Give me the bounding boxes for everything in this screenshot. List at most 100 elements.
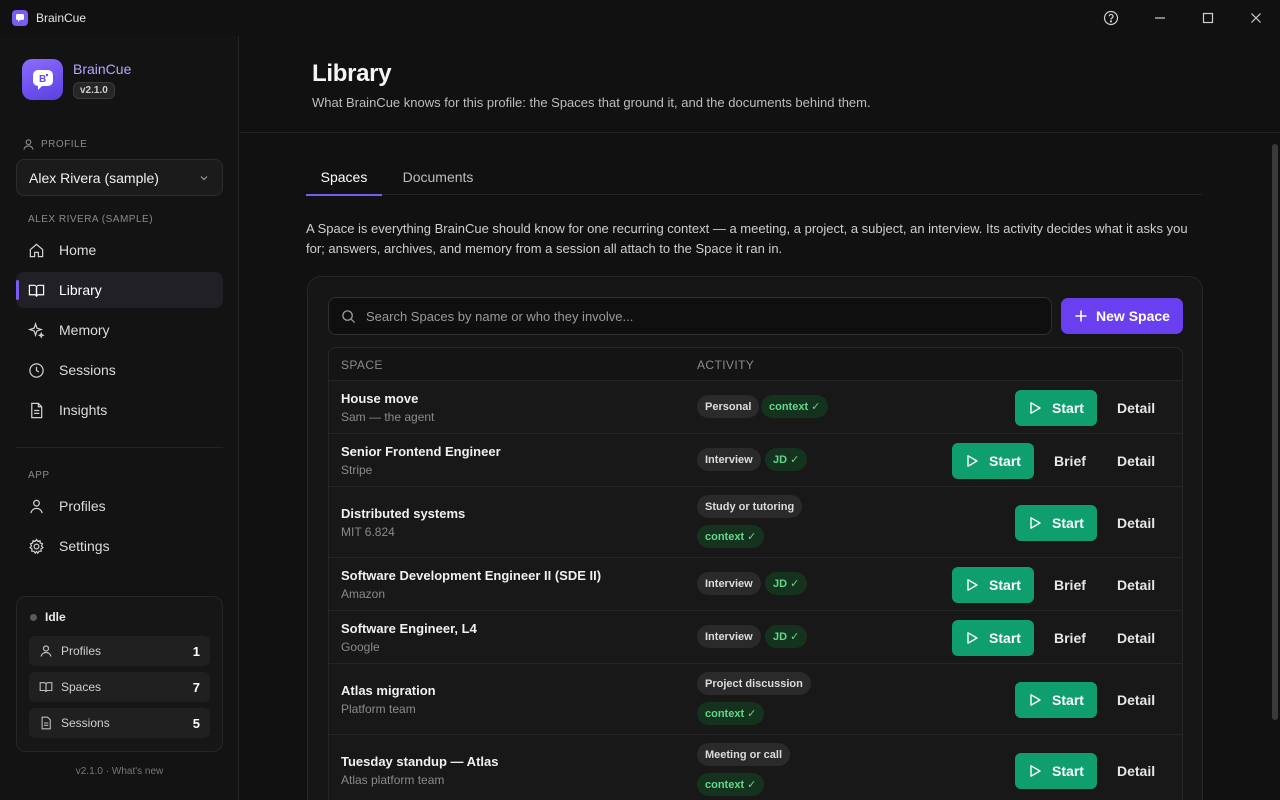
table-row: Senior Frontend Engineer Stripe Interview J… <box>329 434 1182 487</box>
clock-icon <box>29 362 44 378</box>
space-name: Software Development Engineer II (SDE II… <box>341 568 602 583</box>
table-row: Software Engineer, L4 Google Interview JD ✓… <box>329 611 1182 664</box>
maximize-icon[interactable] <box>1198 8 1218 28</box>
activity-badge: Personal <box>697 395 760 418</box>
context-status-badge: JD ✓ <box>765 572 808 595</box>
detail-button[interactable]: Detail <box>1117 567 1155 603</box>
brief-button[interactable]: Brief <box>1054 443 1086 479</box>
brief-button[interactable]: Brief <box>1054 567 1086 603</box>
version-badge: v2.1.0 <box>73 82 115 99</box>
stat-spaces[interactable]: Spaces 7 <box>29 672 210 702</box>
start-button[interactable]: Start <box>1015 752 1097 789</box>
activity-badge: Meeting or call <box>697 743 791 766</box>
chevron-down-icon <box>200 176 208 181</box>
stat-profiles[interactable]: Profiles 1 <box>29 636 210 666</box>
start-button[interactable]: Start <box>1015 681 1097 718</box>
nav-item-settings[interactable]: Settings <box>16 528 223 564</box>
search-input[interactable] <box>366 308 1026 324</box>
whats-new-link[interactable]: v2.1.0 · What's new <box>0 766 239 777</box>
detail-button[interactable]: Detail <box>1117 443 1155 479</box>
profile-selector[interactable]: Alex Rivera (sample) <box>16 159 223 196</box>
book-icon <box>28 284 45 297</box>
space-participants: Google <box>341 640 380 654</box>
profile-selected-value: Alex Rivera (sample) <box>29 169 159 186</box>
space-name: Software Engineer, L4 <box>341 621 477 636</box>
app-section-label: APP <box>28 470 50 481</box>
activity-badge: Project discussion <box>697 672 811 695</box>
start-button[interactable]: Start <box>952 619 1034 656</box>
table-row: House move Sam — the agent Personal context… <box>329 381 1182 434</box>
nav-item-profiles[interactable]: Profiles <box>16 488 223 524</box>
window-title: BrainCue <box>36 11 87 25</box>
table-row: Software Development Engineer II (SDE II… <box>329 558 1182 611</box>
detail-button[interactable]: Detail <box>1117 620 1155 656</box>
tab-spaces[interactable]: Spaces <box>306 158 382 196</box>
gear-icon <box>29 537 44 554</box>
new-space-button[interactable]: New Space <box>1061 298 1183 334</box>
space-participants: Stripe <box>341 463 373 477</box>
help-icon[interactable] <box>1101 8 1121 28</box>
detail-button[interactable]: Detail <box>1117 753 1155 789</box>
space-participants: MIT 6.824 <box>341 525 395 539</box>
tab-documents[interactable]: Documents <box>392 158 484 195</box>
context-status-badge: JD ✓ <box>765 625 808 648</box>
start-button[interactable]: Start <box>1015 389 1097 426</box>
brand-name: BrainCue <box>73 61 132 77</box>
play-icon <box>1030 693 1041 706</box>
svg-text:B: B <box>39 74 46 85</box>
profile-label: PROFILE <box>22 138 87 151</box>
space-name: Distributed systems <box>341 506 466 521</box>
table-row: Distributed systems MIT 6.824 Study or tut… <box>329 487 1182 558</box>
space-participants: Atlas platform team <box>341 773 445 787</box>
table-row: Atlas migration Platform team Project disc… <box>329 664 1182 735</box>
column-activity: ACTIVITY <box>697 358 755 372</box>
nav-item-memory[interactable]: Memory <box>16 312 223 348</box>
minimize-icon[interactable] <box>1150 8 1170 28</box>
context-status-badge: context ✓ <box>761 395 829 418</box>
detail-button[interactable]: Detail <box>1117 505 1155 541</box>
detail-button[interactable]: Detail <box>1117 390 1155 426</box>
search-box[interactable] <box>328 297 1052 335</box>
document-icon <box>41 716 51 730</box>
app-window: BrainCue B BrainCue v2.1.0 PROFILE Alex … <box>0 0 1280 800</box>
space-participants: Amazon <box>341 587 386 601</box>
tab-bar: Spaces Documents <box>306 158 1202 196</box>
nav-item-insights[interactable]: Insights <box>16 392 223 428</box>
book-icon <box>39 682 53 693</box>
scrollbar[interactable] <box>1272 144 1278 720</box>
stat-sessions[interactable]: Sessions 5 <box>29 708 210 738</box>
play-icon <box>1030 764 1041 777</box>
nav-item-library[interactable]: Library <box>16 272 223 308</box>
context-status-badge: JD ✓ <box>765 448 808 471</box>
space-name: Atlas migration <box>341 683 436 698</box>
spaces-panel: New Space SPACE ACTIVITY House move Sam —… <box>307 276 1203 800</box>
table-header: SPACE ACTIVITY <box>329 348 1182 381</box>
activity-badge: Interview <box>697 572 761 595</box>
play-icon <box>967 454 978 467</box>
nav-item-home[interactable]: Home <box>16 232 223 268</box>
status-card: Idle Profiles 1 Spaces 7 Sessions 5 <box>16 596 223 752</box>
space-name: Tuesday standup — Atlas <box>341 754 499 769</box>
activity-badge: Interview <box>697 625 761 648</box>
search-icon <box>342 309 356 323</box>
start-button[interactable]: Start <box>1015 504 1097 541</box>
home-icon <box>29 243 44 257</box>
user-icon <box>40 645 52 657</box>
play-icon <box>1030 401 1041 414</box>
title-bar: BrainCue <box>0 0 1280 36</box>
main-content: Library What BrainCue knows for this pro… <box>240 36 1280 800</box>
activity-badge: Interview <box>697 448 761 471</box>
table-row: Tuesday standup — Atlas Atlas platform te… <box>329 735 1182 800</box>
detail-button[interactable]: Detail <box>1117 682 1155 718</box>
context-status-badge: context ✓ <box>697 773 765 796</box>
start-button[interactable]: Start <box>952 442 1034 479</box>
close-icon[interactable] <box>1246 8 1266 28</box>
status-text: Idle <box>45 610 66 624</box>
start-button[interactable]: Start <box>952 566 1034 603</box>
play-icon <box>967 578 978 591</box>
spaces-intro: A Space is everything BrainCue should kn… <box>306 221 1188 256</box>
column-space: SPACE <box>341 358 383 372</box>
context-status-badge: context ✓ <box>697 525 765 548</box>
nav-item-sessions[interactable]: Sessions <box>16 352 223 388</box>
brief-button[interactable]: Brief <box>1054 620 1086 656</box>
